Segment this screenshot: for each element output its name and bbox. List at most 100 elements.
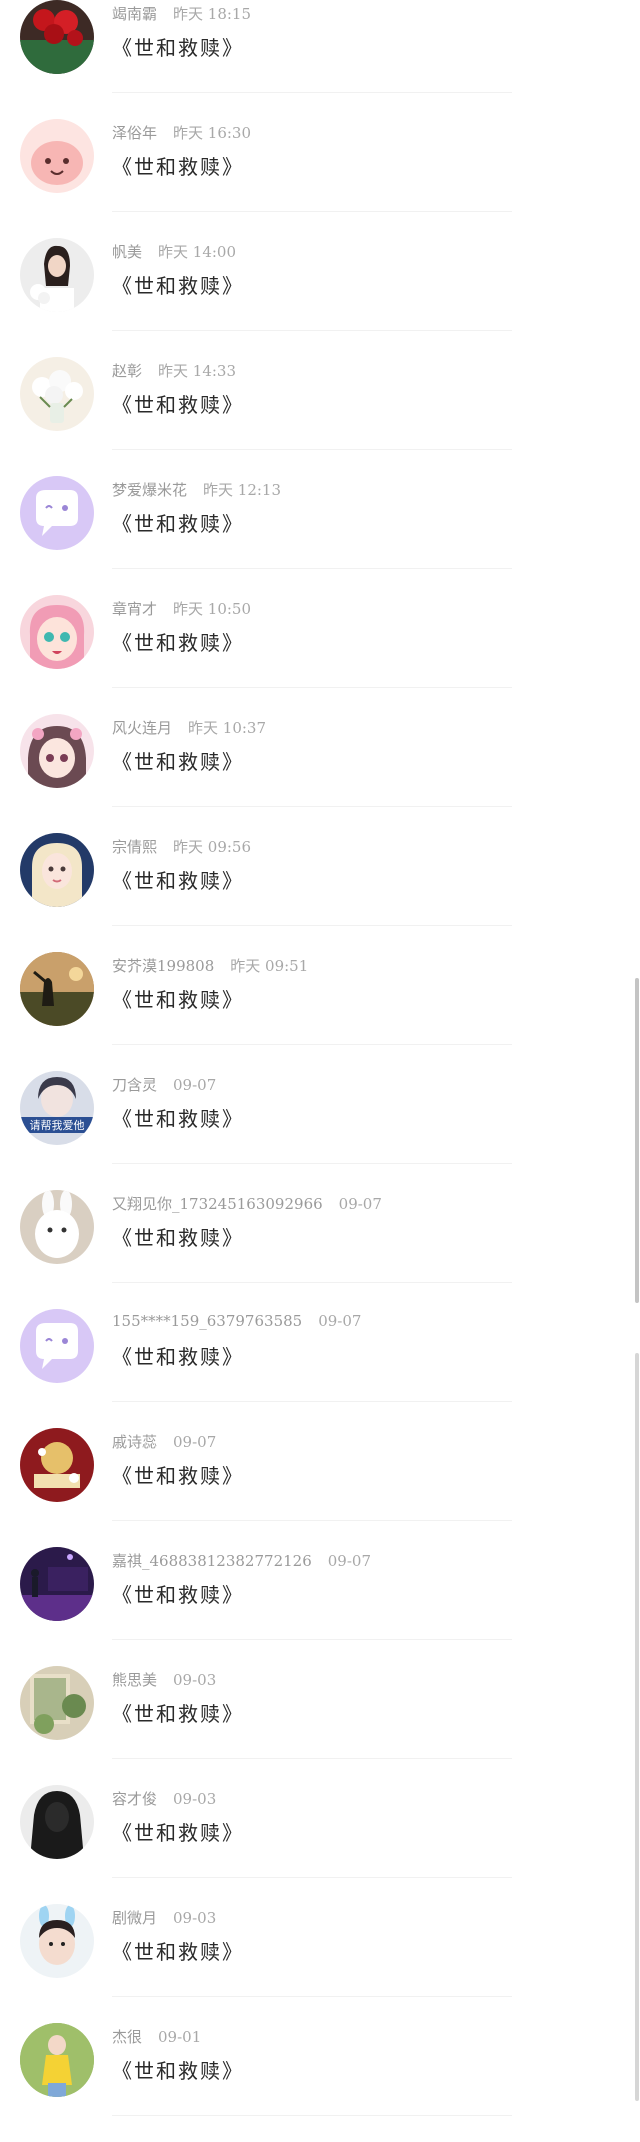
divider xyxy=(112,211,512,212)
comment-text: 《世和救赎》 xyxy=(112,1107,244,1131)
comment-item[interactable]: 又翔见你_17324516309​2966 09-07 《世和救赎》 xyxy=(0,1190,640,1309)
comment-text: 《世和救赎》 xyxy=(112,2059,244,2083)
red-poster-avatar[interactable] xyxy=(20,1428,94,1502)
comment-item[interactable]: 戚诗蕊 09-07 《世和救赎》 xyxy=(0,1428,640,1547)
username[interactable]: 嘉祺_4688381238277​2126 xyxy=(112,1552,312,1570)
comment-meta: 戚诗蕊 09-07 xyxy=(112,1431,216,1452)
divider xyxy=(112,2115,512,2116)
divider xyxy=(112,568,512,569)
scrollbar-thumb[interactable] xyxy=(635,978,639,1303)
username[interactable]: 宗倩熙 xyxy=(112,838,157,856)
yellow-outfit-avatar[interactable] xyxy=(20,2023,94,2097)
username[interactable]: 熊思美 xyxy=(112,1671,157,1689)
divider xyxy=(112,92,512,93)
comment-item[interactable]: 竭南霸 昨天 18:15 《世和救赎》 xyxy=(0,0,640,119)
comment-item[interactable]: 嘉祺_4688381238277​2126 09-07 《世和救赎》 xyxy=(0,1547,640,1666)
username[interactable]: 戚诗蕊 xyxy=(112,1433,157,1451)
divider xyxy=(112,687,512,688)
username[interactable]: 赵彰 xyxy=(112,362,142,380)
comment-text: 《世和救赎》 xyxy=(112,1583,244,1607)
comment-text: 《世和救赎》 xyxy=(112,512,244,536)
sunset-silhouette-avatar[interactable] xyxy=(20,952,94,1026)
timestamp: 09-07 xyxy=(173,1076,217,1094)
comment-item[interactable]: 赵彰 昨天 14:33 《世和救赎》 xyxy=(0,357,640,476)
blonde-girl-avatar[interactable] xyxy=(20,833,94,907)
comment-meta: 刀含灵 09-07 xyxy=(112,1074,216,1095)
username[interactable]: 杰很 xyxy=(112,2028,142,2046)
dark-hair-avatar[interactable] xyxy=(20,1785,94,1859)
girl-banner-avatar[interactable]: 请帮我爱他 xyxy=(20,1071,94,1145)
timestamp: 09-03 xyxy=(173,1790,217,1808)
divider xyxy=(112,806,512,807)
username[interactable]: 剧微月 xyxy=(112,1909,157,1927)
divider xyxy=(112,1996,512,1997)
divider xyxy=(112,1401,512,1402)
girl-with-flowers-avatar[interactable] xyxy=(20,238,94,312)
username[interactable]: 竭南霸 xyxy=(112,5,157,23)
comment-text: 《世和救赎》 xyxy=(112,1464,244,1488)
comment-text: 《世和救赎》 xyxy=(112,393,244,417)
default-chat-avatar[interactable] xyxy=(20,1309,94,1383)
username[interactable]: 容才俊 xyxy=(112,1790,157,1808)
child-bunny-ears-avatar[interactable] xyxy=(20,1904,94,1978)
red-roses-avatar[interactable] xyxy=(20,0,94,74)
comment-item[interactable]: 安芥漠199808 昨天 09:51 《世和救赎》 xyxy=(0,952,640,1071)
comment-item[interactable]: 章宵才 昨天 10:50 《世和救赎》 xyxy=(0,595,640,714)
timestamp: 昨天 18:15 xyxy=(173,5,252,23)
divider xyxy=(112,1282,512,1283)
anime-girl-avatar[interactable] xyxy=(20,714,94,788)
timestamp: 09-03 xyxy=(173,1671,217,1689)
username[interactable]: 泽俗年 xyxy=(112,124,157,142)
pink-cartoon-avatar[interactable] xyxy=(20,119,94,193)
comment-meta: 嘉祺_4688381238277​2126 09-07 xyxy=(112,1550,371,1571)
comment-meta: 章宵才 昨天 10:50 xyxy=(112,598,251,619)
comment-item[interactable]: 宗倩熙 昨天 09:56 《世和救赎》 xyxy=(0,833,640,952)
timestamp: 昨天 10:50 xyxy=(173,600,252,618)
username[interactable]: 风火连月 xyxy=(112,719,172,737)
comment-item[interactable]: 容才俊 09-03 《世和救赎》 xyxy=(0,1785,640,1904)
username[interactable]: 155****159_6379763585 xyxy=(112,1312,302,1330)
comment-meta: 剧微月 09-03 xyxy=(112,1907,216,1928)
username[interactable]: 安芥漠199808 xyxy=(112,957,214,975)
comment-item[interactable]: 熊思美 09-03 《世和救赎》 xyxy=(0,1666,640,1785)
username[interactable]: 章宵才 xyxy=(112,600,157,618)
anime-pink-hair-avatar[interactable] xyxy=(20,595,94,669)
username[interactable]: 帆美 xyxy=(112,243,142,261)
timestamp: 昨天 14:00 xyxy=(158,243,237,261)
timestamp: 09-07 xyxy=(318,1312,362,1330)
username[interactable]: 梦爱爆米花 xyxy=(112,481,187,499)
white-bunny-avatar[interactable] xyxy=(20,1190,94,1264)
username[interactable]: 又翔见你_17324516309​2966 xyxy=(112,1195,323,1213)
purple-piano-avatar[interactable] xyxy=(20,1547,94,1621)
scrollbar-thumb-secondary[interactable] xyxy=(635,1353,639,2101)
white-flowers-avatar[interactable] xyxy=(20,357,94,431)
comment-meta: 容才俊 09-03 xyxy=(112,1788,216,1809)
timestamp: 昨天 09:56 xyxy=(173,838,252,856)
default-chat-avatar[interactable] xyxy=(20,476,94,550)
comment-item[interactable]: 梦爱爆米花 昨天 12:13 《世和救赎》 xyxy=(0,476,640,595)
timestamp: 昨天 16:30 xyxy=(173,124,252,142)
timestamp: 09-07 xyxy=(338,1195,382,1213)
comment-meta: 赵彰 昨天 14:33 xyxy=(112,360,236,381)
garden-window-avatar[interactable] xyxy=(20,1666,94,1740)
comment-item[interactable]: 风火连月 昨天 10:37 《世和救赎》 xyxy=(0,714,640,833)
divider xyxy=(112,330,512,331)
comment-meta: 宗倩熙 昨天 09:56 xyxy=(112,836,251,857)
comment-meta: 泽俗年 昨天 16:30 xyxy=(112,122,251,143)
comment-meta: 安芥漠199808 昨天 09:51 xyxy=(112,955,308,976)
comment-meta: 155****159_6379763585 09-07 xyxy=(112,1312,361,1330)
comment-item[interactable]: 剧微月 09-03 《世和救赎》 xyxy=(0,1904,640,2023)
comment-meta: 竭南霸 昨天 18:15 xyxy=(112,3,251,24)
divider xyxy=(112,1044,512,1045)
comment-item[interactable]: 泽俗年 昨天 16:30 《世和救赎》 xyxy=(0,119,640,238)
timestamp: 昨天 10:37 xyxy=(188,719,267,737)
comment-text: 《世和救赎》 xyxy=(112,1821,244,1845)
comment-item[interactable]: 杰很 09-01 《世和救赎》 xyxy=(0,2023,640,2142)
comment-item[interactable]: 帆美 昨天 14:00 《世和救赎》 xyxy=(0,238,640,357)
comment-item[interactable]: 155****159_6379763585 09-07 《世和救赎》 xyxy=(0,1309,640,1428)
comment-item[interactable]: 请帮我爱他 刀含灵 09-07 《世和救赎》 xyxy=(0,1071,640,1190)
comment-text: 《世和救赎》 xyxy=(112,1226,244,1250)
username[interactable]: 刀含灵 xyxy=(112,1076,157,1094)
scrollbar[interactable] xyxy=(634,0,640,2101)
timestamp: 09-01 xyxy=(158,2028,202,2046)
